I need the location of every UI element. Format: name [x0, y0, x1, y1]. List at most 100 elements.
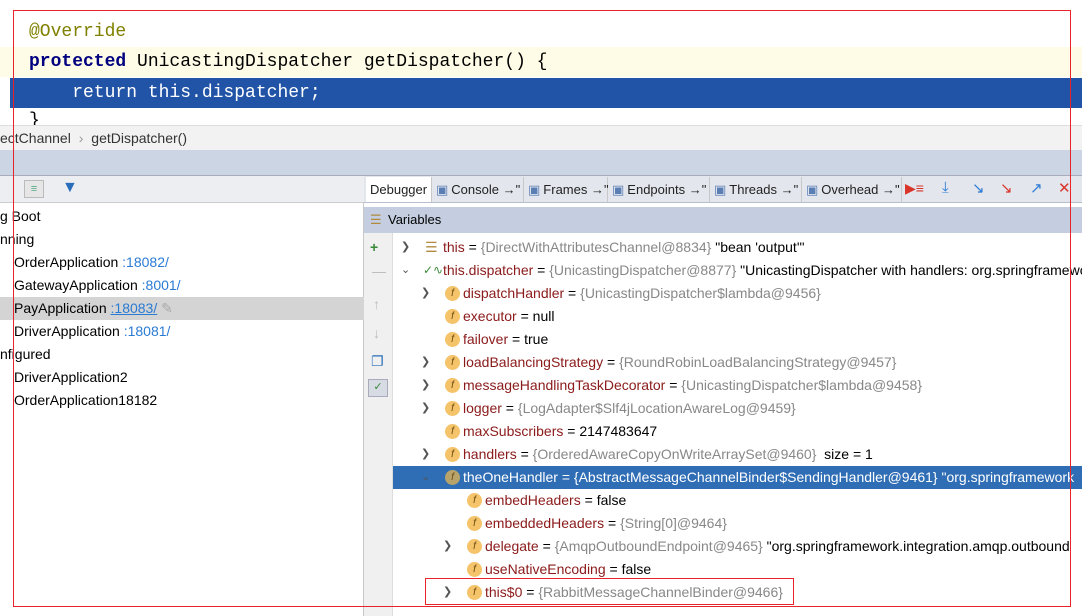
- tab-threads[interactable]: ▣ Threads →": [710, 177, 802, 202]
- show-watches-icon[interactable]: ✓: [368, 379, 388, 397]
- breadcrumb-method[interactable]: getDispatcher(): [91, 130, 187, 146]
- debugger-panel: Debugger ▣ Console →" ▣ Frames →" ▣ Endpoints …: [364, 176, 1082, 616]
- tab-debugger[interactable]: Debugger: [366, 177, 432, 202]
- variable-row[interactable]: ❯ ☰ this = {DirectWithAttributesChannel@88…: [393, 236, 1082, 259]
- service-label: g Boot: [0, 208, 41, 224]
- variable-row[interactable]: ❯ f this$0 = {RabbitMessageChannelBinder@9…: [393, 581, 1082, 604]
- variable-value: size = 1: [816, 446, 873, 462]
- services-panel: ≡ ▼ g Boot nning OrderApplication :18082/G…: [0, 176, 364, 616]
- copy-icon[interactable]: ❐: [371, 353, 384, 370]
- breadcrumb: ectChannel › getDispatcher(): [0, 125, 1082, 150]
- variable-name: this: [443, 239, 465, 255]
- variable-row[interactable]: f executor = null: [393, 305, 1082, 328]
- variable-ref: {UnicastingDispatcher@8877}: [549, 262, 737, 278]
- variable-name: useNativeEncoding: [485, 561, 606, 577]
- variable-row[interactable]: f failover = true: [393, 328, 1082, 351]
- chevron-right-icon[interactable]: ❯: [421, 397, 430, 420]
- service-item[interactable]: nfigured: [0, 343, 364, 366]
- services-toolbar: ≡ ▼: [0, 176, 364, 203]
- tool-window-header: [0, 150, 1082, 176]
- service-label: DriverApplication: [14, 323, 120, 339]
- field-icon: f: [445, 447, 460, 462]
- chevron-down-icon[interactable]: ⌄: [401, 259, 410, 282]
- edit-icon[interactable]: ✎: [161, 300, 173, 316]
- code-editor[interactable]: @Override protected UnicastingDispatcher…: [0, 0, 1082, 125]
- debug-tabs: Debugger ▣ Console →" ▣ Frames →" ▣ Endpoints …: [364, 176, 1082, 203]
- service-item[interactable]: nning: [0, 228, 364, 251]
- variable-row[interactable]: ⌄ ✓∿ this.dispatcher = {UnicastingDispatch…: [393, 259, 1082, 282]
- variable-ref: {String[0]@9464}: [620, 515, 727, 531]
- chevron-right-icon[interactable]: ❯: [443, 581, 452, 604]
- service-item[interactable]: OrderApplication :18082/: [0, 251, 364, 274]
- chevron-right-icon[interactable]: ❯: [401, 236, 410, 259]
- service-port-link[interactable]: :8001/: [142, 277, 181, 293]
- tab-overhead[interactable]: ▣ Overhead →": [802, 177, 902, 202]
- chevron-right-icon[interactable]: ❯: [421, 351, 430, 374]
- variable-ref: {OrderedAwareCopyOnWriteArraySet@9460}: [532, 446, 817, 462]
- variable-row[interactable]: f embeddedHeaders = {String[0]@9464}: [393, 512, 1082, 535]
- chevron-right-icon[interactable]: ❯: [421, 282, 430, 305]
- field-icon: f: [445, 286, 460, 301]
- remove-watch-icon[interactable]: —: [372, 263, 386, 279]
- chevron-down-icon[interactable]: ⌄: [421, 466, 430, 489]
- service-item[interactable]: OrderApplication18182: [0, 389, 364, 412]
- filter-icon[interactable]: ▼: [62, 179, 78, 197]
- service-label: OrderApplication18182: [14, 392, 158, 408]
- variable-row[interactable]: ❯ f loadBalancingStrategy = {RoundRobinLoa…: [393, 351, 1082, 374]
- chevron-right-icon[interactable]: ❯: [443, 535, 452, 558]
- group-icon[interactable]: ≡: [24, 180, 44, 198]
- show-execution-point-icon[interactable]: ▶≡: [905, 180, 924, 197]
- service-item[interactable]: DriverApplication :18081/: [0, 320, 364, 343]
- force-step-into-icon[interactable]: ↘: [1000, 179, 1013, 197]
- step-into-icon[interactable]: ↘: [972, 179, 985, 197]
- variables-icon: ☰: [370, 212, 382, 227]
- drop-frame-icon[interactable]: ✕: [1058, 179, 1071, 197]
- tab-frames[interactable]: ▣ Frames →": [524, 177, 609, 202]
- variable-value: "org.springframework.integration.amqp.ou…: [762, 538, 1070, 554]
- service-item[interactable]: g Boot: [0, 205, 364, 228]
- variable-row[interactable]: ❯ f delegate = {AmqpOutboundEndpoint@9465}…: [393, 535, 1082, 558]
- chevron-right-icon[interactable]: ❯: [421, 443, 430, 466]
- variable-value: true: [524, 331, 549, 347]
- move-up-icon[interactable]: ↑: [373, 296, 380, 312]
- current-execution-line: return this.dispatcher;: [10, 78, 1082, 108]
- variable-row[interactable]: f embedHeaders = false: [393, 489, 1082, 512]
- variable-ref: {DirectWithAttributesChannel@8834}: [480, 239, 712, 255]
- variable-row[interactable]: f useNativeEncoding = false: [393, 558, 1082, 581]
- service-item[interactable]: PayApplication :18083/ ✎: [0, 297, 364, 320]
- variable-row[interactable]: ❯ f messageHandlingTaskDecorator = {Unicas…: [393, 374, 1082, 397]
- step-out-icon[interactable]: ↗: [1030, 179, 1043, 197]
- service-item[interactable]: GatewayApplication :8001/: [0, 274, 364, 297]
- variable-value: false: [596, 492, 627, 508]
- field-icon: f: [445, 470, 460, 485]
- tab-endpoints[interactable]: ▣ Endpoints →": [608, 177, 710, 202]
- variable-row[interactable]: ❯ f handlers = {OrderedAwareCopyOnWriteArr…: [393, 443, 1082, 466]
- chevron-right-icon[interactable]: ❯: [421, 374, 430, 397]
- endpoints-icon: ▣: [612, 182, 625, 197]
- variable-row[interactable]: ❯ f dispatchHandler = {UnicastingDispatche…: [393, 282, 1082, 305]
- move-down-icon[interactable]: ↓: [373, 325, 380, 341]
- service-item[interactable]: DriverApplication2: [0, 366, 364, 389]
- variable-name: dispatchHandler: [463, 285, 565, 301]
- variable-name: executor: [463, 308, 517, 324]
- variable-ref: {RabbitMessageChannelBinder@9466}: [538, 584, 783, 600]
- variable-value: "bean 'output'": [711, 239, 805, 255]
- variable-row[interactable]: ⌄ f theOneHandler = {AbstractMessageChanne…: [393, 466, 1082, 489]
- service-port-link[interactable]: :18082/: [122, 254, 169, 270]
- breadcrumb-class[interactable]: ectChannel: [0, 130, 71, 146]
- service-label: nfigured: [0, 346, 51, 362]
- tab-console[interactable]: ▣ Console →": [432, 177, 524, 202]
- field-icon: f: [445, 424, 460, 439]
- step-over-icon[interactable]: ⤓: [942, 179, 949, 196]
- variable-name: loadBalancingStrategy: [463, 354, 604, 370]
- variable-row[interactable]: ❯ f logger = {LogAdapter$Slf4jLocationAwar…: [393, 397, 1082, 420]
- variable-name: maxSubscribers: [463, 423, 564, 439]
- threads-icon: ▣: [714, 182, 727, 197]
- service-port-link[interactable]: :18083/: [111, 300, 158, 316]
- new-watch-icon[interactable]: +: [370, 239, 378, 255]
- variable-row[interactable]: f maxSubscribers = 2147483647: [393, 420, 1082, 443]
- service-label: GatewayApplication: [14, 277, 138, 293]
- frames-icon: ▣: [528, 182, 541, 197]
- service-port-link[interactable]: :18081/: [124, 323, 171, 339]
- variable-name: messageHandlingTaskDecorator: [463, 377, 666, 393]
